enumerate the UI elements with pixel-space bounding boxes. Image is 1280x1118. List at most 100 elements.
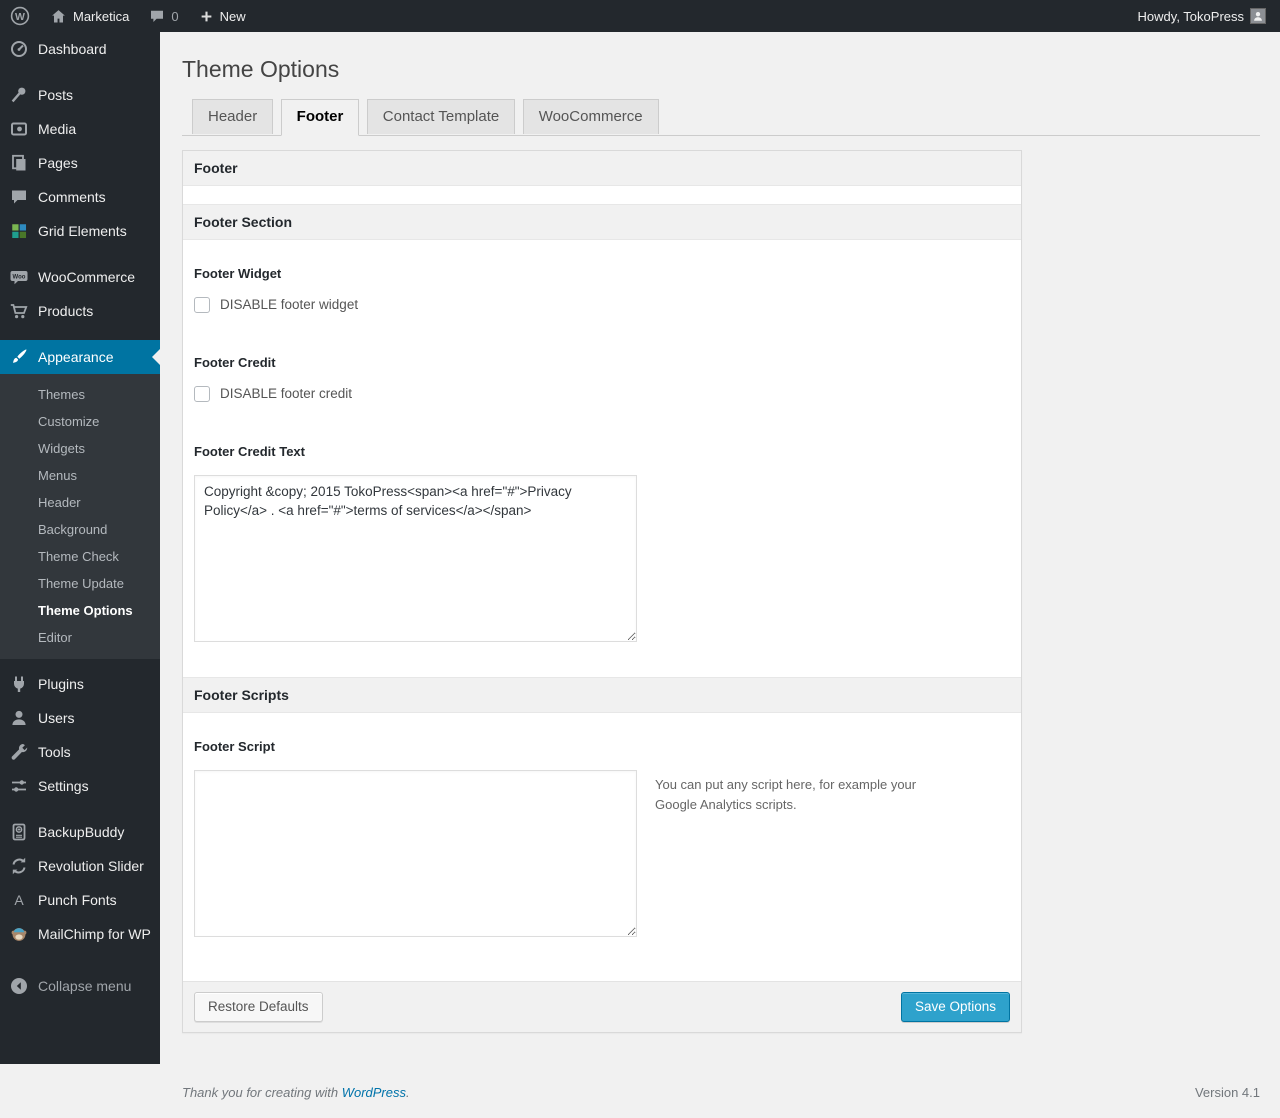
footer-widget-label: Footer Widget — [194, 266, 1010, 281]
sidebar-label: MailChimp for WP — [38, 926, 151, 942]
sidebar-label: Pages — [38, 155, 78, 171]
svg-text:Woo: Woo — [13, 275, 26, 281]
submenu-item-menus[interactable]: Menus — [0, 462, 160, 489]
sidebar-item-users[interactable]: Users — [0, 701, 160, 735]
footer-script-textarea[interactable] — [194, 770, 637, 937]
restore-defaults-button[interactable]: Restore Defaults — [194, 992, 323, 1022]
sidebar-item-grid-elements[interactable]: Grid Elements — [0, 214, 160, 248]
footer-section-title: Footer Section — [183, 204, 1021, 240]
tools-wrench-icon — [9, 742, 29, 762]
settings-sliders-icon — [9, 776, 29, 796]
sidebar-label: Dashboard — [38, 41, 107, 57]
comment-bubble-icon — [149, 8, 165, 24]
tab-header[interactable]: Header — [192, 99, 273, 135]
sidebar-item-products[interactable]: Products — [0, 294, 160, 328]
comments-menu[interactable]: 0 — [139, 0, 188, 32]
footer-credit-text-textarea[interactable]: Copyright &copy; 2015 TokoPress<span><a … — [194, 475, 637, 642]
products-cart-icon — [9, 301, 29, 321]
submenu-item-editor[interactable]: Editor — [0, 624, 160, 651]
submenu-item-themes[interactable]: Themes — [0, 381, 160, 408]
panel-spacer — [183, 186, 1021, 204]
submenu-item-theme-check[interactable]: Theme Check — [0, 543, 160, 570]
save-options-button[interactable]: Save Options — [901, 992, 1010, 1022]
sidebar-item-punch-fonts[interactable]: A Punch Fonts — [0, 883, 160, 917]
wordpress-logo-menu[interactable]: W — [0, 0, 40, 32]
theme-options-tabs: Header Footer Contact Template WooCommer… — [182, 99, 1260, 136]
sidebar-label: Punch Fonts — [38, 892, 117, 908]
new-menu[interactable]: New — [189, 0, 256, 32]
tab-contact-template[interactable]: Contact Template — [367, 99, 515, 135]
plugins-icon — [9, 674, 29, 694]
sidebar-item-revolution-slider[interactable]: Revolution Slider — [0, 849, 160, 883]
wordpress-link[interactable]: WordPress — [342, 1085, 406, 1100]
users-icon — [9, 708, 29, 728]
admin-footer: Thank you for creating with WordPress. V… — [182, 1085, 1260, 1118]
thanks-prefix: Thank you for creating with — [182, 1085, 342, 1100]
comments-icon — [9, 187, 29, 207]
comments-count: 0 — [171, 9, 178, 24]
grid-elements-icon — [9, 221, 29, 241]
footer-script-help-text: You can put any script here, for example… — [655, 770, 960, 937]
tab-woocommerce[interactable]: WooCommerce — [523, 99, 659, 135]
sidebar-label: Products — [38, 303, 93, 319]
sidebar-item-collapse-menu[interactable]: Collapse menu — [0, 969, 160, 1003]
submenu-item-header[interactable]: Header — [0, 489, 160, 516]
sidebar-item-posts[interactable]: Posts — [0, 78, 160, 112]
plus-icon — [199, 9, 214, 24]
revolution-slider-icon — [9, 856, 29, 876]
panel-actions: Restore Defaults Save Options — [183, 981, 1021, 1032]
submenu-item-theme-update[interactable]: Theme Update — [0, 570, 160, 597]
submenu-item-customize[interactable]: Customize — [0, 408, 160, 435]
sidebar-item-plugins[interactable]: Plugins — [0, 667, 160, 701]
submenu-item-widgets[interactable]: Widgets — [0, 435, 160, 462]
sidebar-label: Grid Elements — [38, 223, 127, 239]
site-name-menu[interactable]: Marketica — [40, 0, 139, 32]
sidebar-item-mailchimp[interactable]: MailChimp for WP — [0, 917, 160, 951]
media-icon — [9, 119, 29, 139]
sidebar-label: Collapse menu — [38, 978, 131, 994]
new-label: New — [220, 9, 246, 24]
appearance-brush-icon — [9, 347, 29, 367]
disable-footer-widget-label[interactable]: DISABLE footer widget — [220, 297, 358, 312]
sidebar-item-appearance[interactable]: Appearance — [0, 340, 160, 374]
submenu-item-theme-options[interactable]: Theme Options — [0, 597, 160, 624]
disable-footer-credit-label[interactable]: DISABLE footer credit — [220, 386, 352, 401]
sidebar-item-settings[interactable]: Settings — [0, 769, 160, 803]
sidebar-label: Posts — [38, 87, 73, 103]
sidebar-label: WooCommerce — [38, 269, 135, 285]
disable-footer-widget-checkbox[interactable] — [194, 297, 210, 313]
backupbuddy-icon — [9, 822, 29, 842]
svg-text:W: W — [15, 11, 25, 23]
sidebar-label: Plugins — [38, 676, 84, 692]
version-label: Version 4.1 — [1195, 1085, 1260, 1100]
sidebar-label: Comments — [38, 189, 106, 205]
sidebar-item-pages[interactable]: Pages — [0, 146, 160, 180]
sidebar-label: BackupBuddy — [38, 824, 124, 840]
tab-footer[interactable]: Footer — [281, 99, 360, 137]
sidebar-item-dashboard[interactable]: Dashboard — [0, 32, 160, 66]
woocommerce-icon: Woo — [9, 267, 29, 287]
howdy-label: Howdy, TokoPress — [1138, 9, 1244, 24]
sidebar-label: Revolution Slider — [38, 858, 144, 874]
thanks-suffix: . — [406, 1085, 410, 1100]
sidebar-item-tools[interactable]: Tools — [0, 735, 160, 769]
svg-text:A: A — [14, 892, 24, 908]
sidebar-item-media[interactable]: Media — [0, 112, 160, 146]
admin-bar: W Marketica 0 New Howdy, TokoPress — [0, 0, 1280, 32]
footer-section-body: Footer Widget DISABLE footer widget Foot… — [183, 240, 1021, 677]
panel-title: Footer — [183, 151, 1021, 186]
sidebar-item-backupbuddy[interactable]: BackupBuddy — [0, 815, 160, 849]
footer-credit-text-label: Footer Credit Text — [194, 444, 1010, 459]
dashboard-icon — [9, 39, 29, 59]
submenu-item-background[interactable]: Background — [0, 516, 160, 543]
avatar — [1250, 8, 1266, 24]
howdy-account-menu[interactable]: Howdy, TokoPress — [1128, 0, 1266, 32]
mailchimp-icon — [9, 924, 29, 944]
sidebar-item-comments[interactable]: Comments — [0, 180, 160, 214]
footer-options-panel: Footer Footer Section Footer Widget DISA… — [182, 150, 1022, 1033]
disable-footer-credit-checkbox[interactable] — [194, 386, 210, 402]
admin-sidebar: Dashboard Posts Media Pages — [0, 32, 160, 1064]
sidebar-label: Settings — [38, 778, 89, 794]
footer-scripts-title: Footer Scripts — [183, 677, 1021, 713]
sidebar-item-woocommerce[interactable]: Woo WooCommerce — [0, 260, 160, 294]
